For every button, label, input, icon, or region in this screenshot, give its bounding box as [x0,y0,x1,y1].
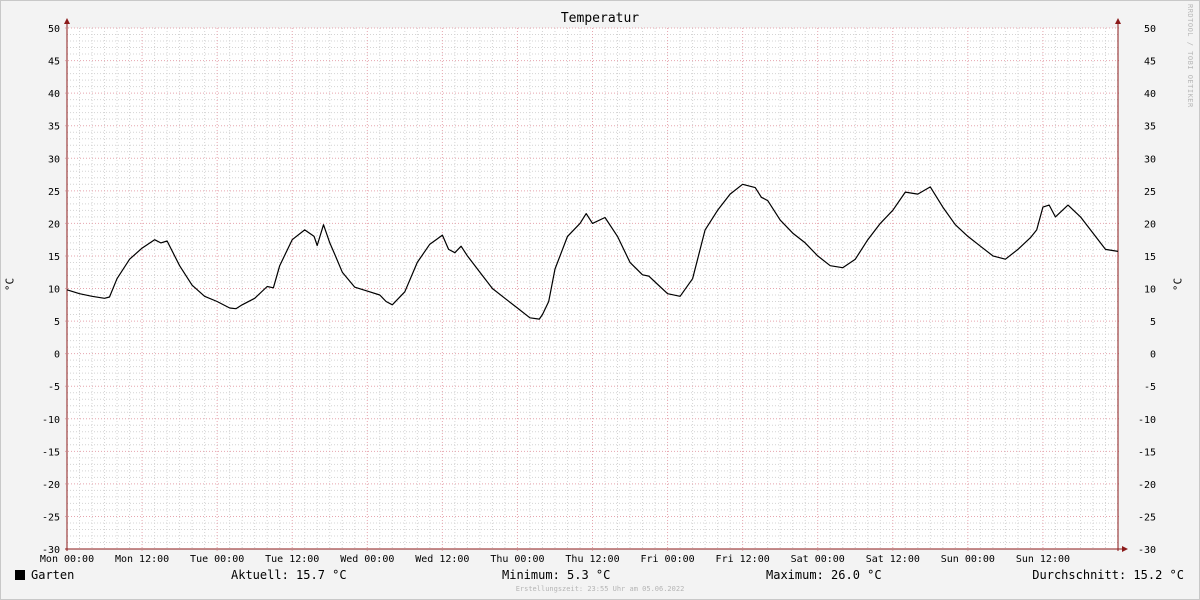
y-tick-label-left: 40 [48,89,60,100]
x-tick-label: Fri 00:00 [640,554,694,565]
y-tick-label-left: 25 [48,187,60,198]
legend-swatch [15,570,25,580]
y-tick-label-left: 10 [48,285,60,296]
x-tick-label: Thu 12:00 [565,554,619,565]
y-tick-label-right: -10 [1138,415,1156,426]
y-tick-label-left: -20 [42,480,60,491]
x-tick-label: Fri 12:00 [716,554,770,565]
stat-average: Durchschnitt: 15.2 °C [1032,568,1184,582]
stat-minimum: Minimum: 5.3 °C [502,568,611,582]
y-tick-label-right: -5 [1144,382,1156,393]
x-tick-label: Wed 00:00 [340,554,394,565]
x-tick-label: Thu 00:00 [490,554,544,565]
legend-item-series: Garten [15,568,74,582]
y-tick-label-left: -5 [48,382,60,393]
y-tick-label-left: 0 [54,350,60,361]
x-tick-label: Sun 00:00 [941,554,995,565]
y-tick-label-right: -15 [1138,447,1156,458]
y-tick-label-right: -30 [1138,545,1156,556]
x-tick-label: Tue 00:00 [190,554,244,565]
y-axis-arrow-right [1115,18,1121,24]
y-tick-label-left: 5 [54,317,60,328]
creation-timestamp: Erstellungszeit: 23:55 Uhr am 05.06.2022 [515,585,685,593]
y-tick-label-right: 20 [1144,219,1156,230]
y-tick-label-left: 50 [48,24,60,35]
legend-label: Garten [31,568,75,582]
y-tick-label-right: 30 [1144,154,1156,165]
x-tick-label: Sat 00:00 [791,554,845,565]
y-tick-label-left: 15 [48,252,60,263]
y-axis-arrow-left [64,18,70,24]
y-tick-label-right: 45 [1144,57,1156,68]
x-tick-label: Sat 12:00 [866,554,920,565]
y-tick-label-left: 30 [48,154,60,165]
y-tick-label-right: 25 [1144,187,1156,198]
y-tick-label-right: -20 [1138,480,1156,491]
y-tick-label-right: -25 [1138,512,1156,523]
x-axis-arrow [1122,546,1128,552]
stat-maximum: Maximum: 26.0 °C [766,568,882,582]
y-tick-label-right: 35 [1144,122,1156,133]
line-chart: 50 5045 4540 4035 3530 3025 2520 2015 1510 105 50 0… [40,18,1156,565]
x-tick-label: Mon 00:00 [40,554,94,565]
y-tick-label-left: -25 [42,512,60,523]
y-tick-label-left: -10 [42,415,60,426]
x-tick-label: Mon 12:00 [115,554,169,565]
y-tick-label-right: 10 [1144,285,1156,296]
y-tick-label-right: 50 [1144,24,1156,35]
x-tick-label: Tue 12:00 [265,554,319,565]
y-tick-label-right: 5 [1150,317,1156,328]
y-tick-label-right: 40 [1144,89,1156,100]
x-tick-label: Wed 12:00 [415,554,469,565]
y-tick-label-left: -15 [42,447,60,458]
y-tick-label-right: 0 [1150,350,1156,361]
y-tick-label-left: 20 [48,219,60,230]
y-tick-label-right: 15 [1144,252,1156,263]
x-tick-label: Sun 12:00 [1016,554,1070,565]
y-tick-label-left: 35 [48,122,60,133]
stat-current: Aktuell: 15.7 °C [231,568,347,582]
y-tick-label-left: 45 [48,57,60,68]
